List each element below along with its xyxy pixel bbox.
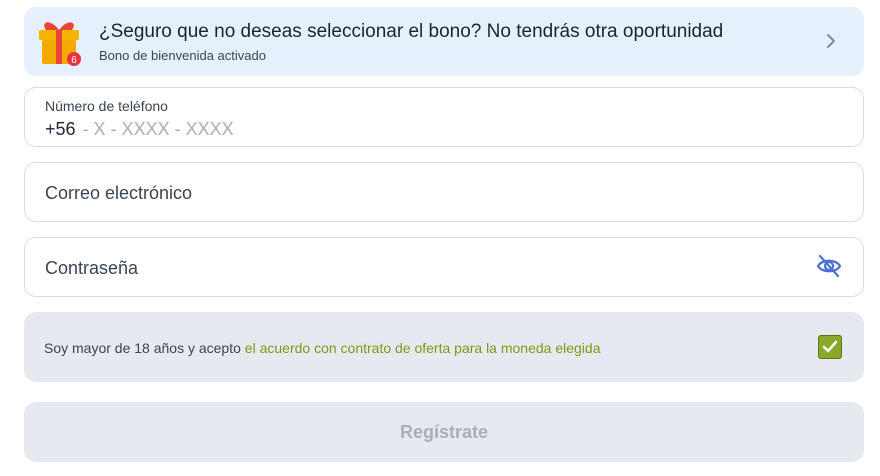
phone-field[interactable]: Número de teléfono +56 - X - XXXX - XXXX [24, 87, 864, 147]
gift-icon: 6 [39, 22, 81, 66]
phone-input[interactable]: +56 - X - XXXX - XXXX [45, 119, 234, 140]
email-field[interactable]: Correo electrónico [24, 162, 864, 222]
phone-country-code: +56 [45, 119, 76, 139]
password-field[interactable]: Contraseña [24, 237, 864, 297]
offer-agreement-link[interactable]: el acuerdo con contrato de oferta para l… [245, 340, 601, 356]
consent-text: Soy mayor de 18 años y acepto el acuerdo… [44, 340, 600, 356]
banner-badge-count: 6 [71, 55, 77, 66]
consent-label: Soy mayor de 18 años y acepto [44, 340, 241, 356]
age-consent-box: Soy mayor de 18 años y acepto el acuerdo… [24, 312, 864, 382]
email-placeholder: Correo electrónico [45, 183, 193, 203]
eye-off-icon[interactable] [815, 253, 843, 279]
bonus-banner[interactable]: 6 ¿Seguro que no deseas seleccionar el b… [24, 7, 864, 76]
chevron-right-icon[interactable] [824, 33, 838, 49]
banner-title: ¿Seguro que no deseas seleccionar el bon… [99, 21, 724, 42]
password-placeholder: Contraseña [45, 258, 139, 278]
checkmark-icon [822, 340, 838, 353]
phone-mask-placeholder: - X - XXXX - XXXX [82, 119, 234, 139]
register-button[interactable]: Regístrate [24, 402, 864, 462]
consent-checkbox[interactable] [818, 335, 842, 359]
banner-subtitle: Bono de bienvenida activado [99, 48, 266, 63]
phone-label: Número de teléfono [45, 98, 168, 114]
